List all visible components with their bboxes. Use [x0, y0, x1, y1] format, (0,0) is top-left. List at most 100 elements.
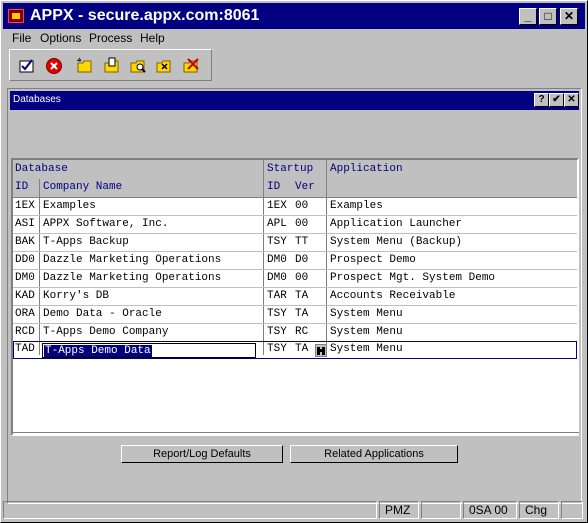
help-button[interactable]: ?: [534, 93, 549, 107]
status-grip: [561, 501, 583, 519]
status-message: [3, 501, 377, 519]
menu-process[interactable]: Process: [89, 31, 132, 45]
lookup-icon[interactable]: [315, 344, 327, 357]
open-record-icon[interactable]: [103, 57, 121, 75]
table-row[interactable]: DM0 Dazzle Marketing Operations DM0 00 P…: [13, 270, 577, 288]
row-application: Prospect Demo: [330, 254, 416, 266]
row-id: TAD: [15, 343, 35, 355]
table-row-selected[interactable]: TAD T-Apps Demo Data TSY TA System Menu: [13, 341, 577, 359]
databases-dialog: Databases ? ✔ ✕ Database Startup Applica…: [7, 88, 582, 504]
row-company: Demo Data - Oracle: [43, 308, 162, 320]
app-window: APPX - secure.appx.com:8061 _ □ ✕ File O…: [0, 0, 588, 523]
table-row[interactable]: RCD T-Apps Demo Company TSY RC System Me…: [13, 324, 577, 342]
row-startup-id: TSY: [267, 326, 287, 338]
dialog-title-bar[interactable]: Databases ? ✔ ✕: [10, 91, 579, 110]
ok-button[interactable]: ✔: [549, 93, 564, 107]
row-ver: D0: [295, 254, 309, 266]
window-title: APPX - secure.appx.com:8061: [30, 7, 260, 24]
table-row[interactable]: BAK T-Apps Backup TSY TT System Menu (Ba…: [13, 234, 577, 252]
company-name-value: T-Apps Demo Data: [44, 345, 152, 357]
table-row[interactable]: ORA Demo Data - Oracle TSY TA System Men…: [13, 306, 577, 324]
row-id: DD0: [15, 254, 35, 266]
row-application: Prospect Mgt. System Demo: [330, 272, 496, 284]
button-panel: Report/Log Defaults Related Applications: [11, 432, 579, 476]
row-id: BAK: [15, 236, 35, 248]
row-application: Application Launcher: [330, 218, 463, 230]
row-id: ASI: [15, 218, 35, 230]
row-startup-id: TSY: [267, 343, 287, 355]
related-applications-button[interactable]: Related Applications: [290, 445, 458, 463]
table-row[interactable]: ASI APPX Software, Inc. APL 00 Applicati…: [13, 216, 577, 234]
header-startup-id: ID: [267, 181, 281, 193]
row-ver: TA: [295, 308, 309, 320]
row-company: T-Apps Demo Company: [43, 326, 169, 338]
row-company: Dazzle Marketing Operations: [43, 272, 222, 284]
table-row[interactable]: DD0 Dazzle Marketing Operations DM0 D0 P…: [13, 252, 577, 270]
row-company: Examples: [43, 200, 96, 212]
row-startup-id: TSY: [267, 308, 287, 320]
menu-bar: File Options Process Help: [3, 29, 585, 47]
menu-options[interactable]: Options: [40, 31, 81, 45]
row-company: T-Apps Backup: [43, 236, 129, 248]
close-button[interactable]: ✕: [560, 8, 578, 25]
row-ver: TA: [295, 343, 309, 355]
row-startup-id: TSY: [267, 236, 287, 248]
header-id: ID: [15, 181, 29, 193]
row-ver: TA: [295, 290, 309, 302]
table-row[interactable]: KAD Korry's DB TAR TA Accounts Receivabl…: [13, 288, 577, 306]
header-application: Application: [330, 163, 403, 175]
find-record-icon[interactable]: [129, 57, 147, 75]
status-mode: Chg: [519, 501, 559, 519]
appx-logo-icon[interactable]: [8, 9, 24, 23]
table-row[interactable]: 1EX Examples 1EX 00 Examples: [13, 198, 577, 216]
databases-table: Database Startup Application ID Company …: [11, 158, 579, 436]
row-ver: 00: [295, 200, 309, 212]
maximize-button[interactable]: □: [539, 8, 557, 25]
row-startup-id: DM0: [267, 254, 287, 266]
row-application: System Menu: [330, 326, 403, 338]
row-id: RCD: [15, 326, 35, 338]
row-id: DM0: [15, 272, 35, 284]
row-company: Dazzle Marketing Operations: [43, 254, 222, 266]
row-application: System Menu: [330, 343, 403, 355]
company-name-input[interactable]: T-Apps Demo Data: [42, 343, 256, 358]
header-database: Database: [15, 163, 68, 175]
status-bar: PMZ 0SA 00 Chg: [3, 500, 585, 520]
title-bar[interactable]: APPX - secure.appx.com:8061 _ □ ✕: [3, 3, 585, 29]
status-empty: [421, 501, 461, 519]
dialog-close-button[interactable]: ✕: [564, 93, 579, 107]
row-id: 1EX: [15, 200, 35, 212]
row-startup-id: 1EX: [267, 200, 287, 212]
row-application: System Menu: [330, 308, 403, 320]
menu-file[interactable]: File: [12, 31, 31, 45]
cancel-icon[interactable]: [45, 57, 63, 75]
row-startup-id: APL: [267, 218, 287, 230]
header-startup: Startup: [267, 163, 314, 175]
row-id: ORA: [15, 308, 35, 320]
minimize-button[interactable]: _: [519, 8, 537, 25]
row-startup-id: TAR: [267, 290, 287, 302]
header-company-name: Company Name: [43, 181, 123, 193]
table-header: Database Startup Application ID Company …: [13, 160, 577, 198]
menu-help[interactable]: Help: [140, 31, 165, 45]
row-company: Korry's DB: [43, 290, 110, 302]
row-company: APPX Software, Inc.: [43, 218, 169, 230]
delete-record-icon[interactable]: [182, 57, 200, 75]
report-log-defaults-button[interactable]: Report/Log Defaults: [121, 445, 283, 463]
header-ver: Ver: [295, 181, 315, 193]
row-application: Examples: [330, 200, 383, 212]
row-application: System Menu (Backup): [330, 236, 463, 248]
check-edit-icon[interactable]: [18, 57, 36, 75]
dialog-title: Databases: [13, 94, 61, 105]
new-record-icon[interactable]: [76, 57, 94, 75]
row-application: Accounts Receivable: [330, 290, 456, 302]
status-user: PMZ: [379, 501, 419, 519]
row-ver: TT: [295, 236, 309, 248]
status-code: 0SA 00: [463, 501, 517, 519]
row-id: KAD: [15, 290, 35, 302]
row-startup-id: DM0: [267, 272, 287, 284]
clear-record-icon[interactable]: [155, 57, 173, 75]
row-ver: 00: [295, 218, 309, 230]
toolbar: [9, 49, 212, 81]
row-ver: RC: [295, 326, 309, 338]
